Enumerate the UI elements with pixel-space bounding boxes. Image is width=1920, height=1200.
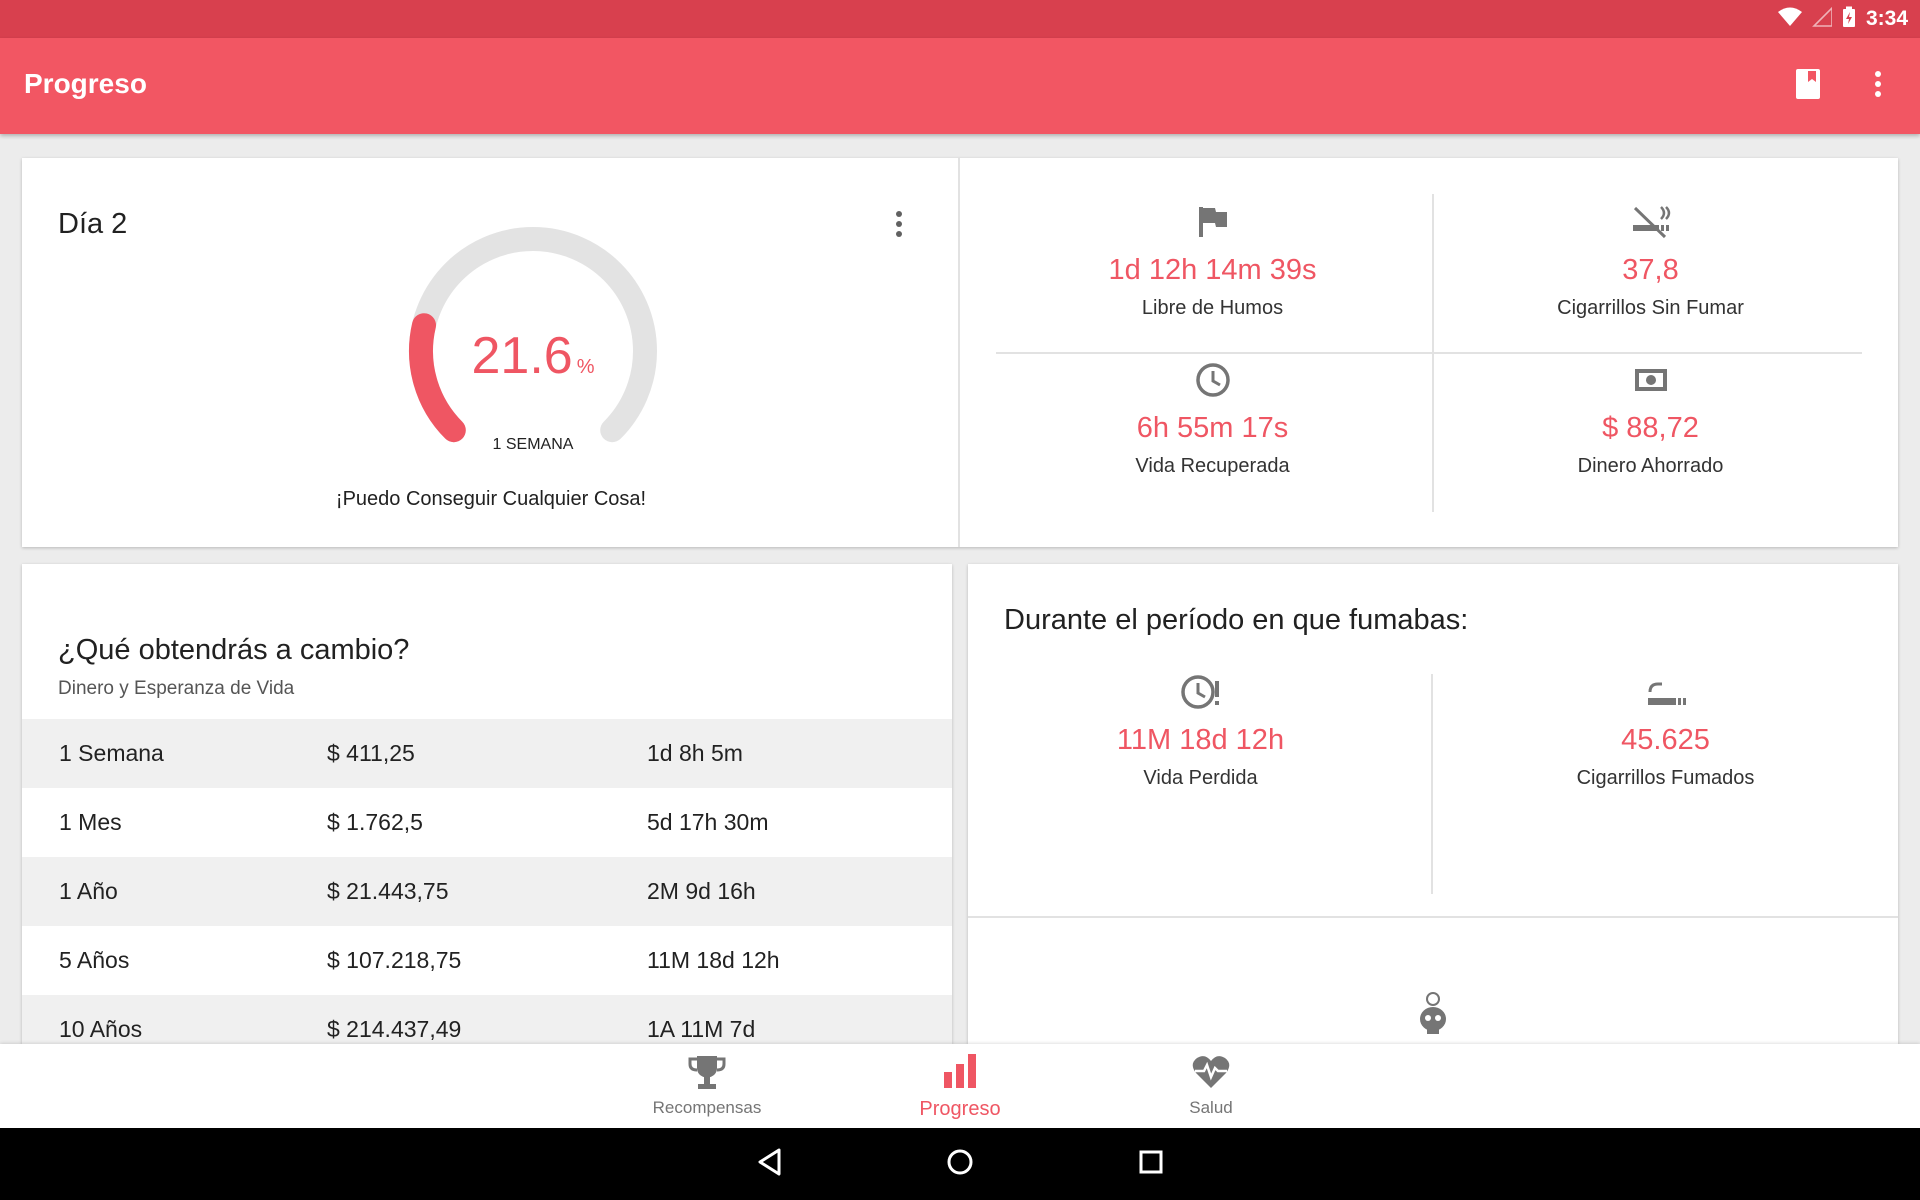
stat-money-saved: $ 88,72 Dinero Ahorrado [1434,362,1867,478]
clock-icon [1195,362,1231,403]
home-button[interactable] [940,1144,980,1184]
bookmark-icon [1795,68,1821,105]
no-smoking-icon [1631,205,1671,244]
period-cell: 1 Semana [59,740,164,766]
heart-pulse-icon [1191,1054,1231,1095]
nav-item-label: Progreso [919,1098,1001,1120]
overflow-menu-button[interactable] [1856,64,1900,108]
money-cell: $ 1.762,5 [327,809,423,835]
nav-item-recompensas[interactable]: Recompensas [607,1054,807,1118]
stat-value: 6h 55m 17s [1136,412,1289,444]
period-cell: 5 Años [59,947,130,973]
gains-title: ¿Qué obtendrás a cambio? [58,634,410,666]
nav-item-label: Recompensas [652,1098,762,1117]
progress-gauge-section: Día 2 21.6% 1 SEMANA ¡Puedo Conseguir Cu… [22,158,960,547]
money-cell: $ 411,25 [327,740,415,766]
stat-label: Vida Perdida [1143,767,1258,789]
table-row: 1 Año $ 21.443,75 2M 9d 16h [22,857,952,926]
stat-value: 37,8 [1622,254,1679,286]
table-row: 5 Años $ 107.218,75 11M 18d 12h [22,926,952,995]
skull-icon [1418,992,1448,1041]
money-cell: $ 21.443,75 [327,878,449,904]
status-icons: 3:34 [1777,0,1908,38]
money-cell: $ 214.437,49 [327,1016,462,1042]
stat-life-lost: 11M 18d 12h Vida Perdida [968,674,1433,790]
home-icon [946,1148,974,1181]
divider [968,916,1898,918]
wifi-icon [1777,7,1802,32]
table-row: 1 Semana $ 411,25 1d 8h 5m [22,719,952,788]
card-menu-button[interactable] [884,206,914,246]
money-cell: $ 107.218,75 [327,947,462,973]
stat-value: 1d 12h 14m 39s [1108,254,1317,286]
signal-icon [1812,5,1833,32]
bottom-navigation: Recompensas Progreso Salud [0,1044,1920,1128]
day-label: Día 2 [58,208,128,240]
stats-grid: 1d 12h 14m 39s Libre de Humos 37,8 Cigar… [996,194,1862,512]
trophy-icon [687,1054,727,1095]
nav-item-progreso[interactable]: Progreso [860,1054,1060,1121]
gains-card: ¿Qué obtendrás a cambio? Dinero y Espera… [22,564,952,1044]
stat-label: Libre de Humos [1141,297,1284,319]
recents-button[interactable] [1131,1144,1171,1184]
life-cell: 1A 11M 7d [647,1016,756,1042]
stat-value: 45.625 [1621,724,1710,756]
status-bar: 3:34 [0,0,1920,38]
more-vert-icon [1874,70,1882,102]
stat-label: Vida Recuperada [1135,455,1290,477]
table-row: 1 Mes $ 1.762,5 5d 17h 30m [22,788,952,857]
stat-cigarettes-smoked: 45.625 Cigarrillos Fumados [1433,674,1898,790]
life-cell: 5d 17h 30m [647,809,769,835]
clock-alert-icon [1180,673,1221,716]
period-cell: 1 Mes [59,809,122,835]
life-cell: 1d 8h 5m [647,740,743,766]
period-cell: 10 Años [59,1016,143,1042]
life-cell: 2M 9d 16h [647,878,756,904]
life-cell: 11M 18d 12h [647,947,780,973]
gauge-unit: % [576,356,595,378]
battery-charging-icon [1842,6,1856,33]
stat-label: Dinero Ahorrado [1577,455,1724,477]
period-cell: 1 Año [59,878,118,904]
status-time: 3:34 [1865,7,1908,30]
bookmark-button[interactable] [1786,64,1830,108]
system-navigation-bar [0,1128,1920,1200]
bar-chart-icon [942,1054,978,1094]
page-title: Progreso [24,68,147,99]
smoking-period-title: Durante el período en que fumabas: [1004,604,1469,636]
stat-smoke-free: 1d 12h 14m 39s Libre de Humos [996,204,1429,320]
progress-card: Día 2 21.6% 1 SEMANA ¡Puedo Conseguir Cu… [22,158,1898,547]
app-bar: Progreso [0,38,1920,134]
nav-item-label: Salud [1189,1098,1233,1117]
gauge-value: 21.6% [388,326,678,386]
money-icon [1634,368,1668,397]
stat-value: $ 88,72 [1602,412,1699,444]
cigarette-icon [1646,676,1686,713]
stat-cigarettes-not-smoked: 37,8 Cigarrillos Sin Fumar [1434,204,1867,320]
nav-item-salud[interactable]: Salud [1111,1054,1311,1118]
stat-label: Cigarrillos Sin Fumar [1557,297,1744,319]
gauge-caption: 1 SEMANA [492,436,574,453]
table-row: 10 Años $ 214.437,49 1A 11M 7d [22,995,952,1044]
divider [996,352,1862,354]
stat-label: Cigarrillos Fumados [1576,767,1755,789]
motto-text: ¡Puedo Conseguir Cualquier Cosa! [335,488,647,510]
flag-icon [1197,205,1229,244]
gains-table: 1 Semana $ 411,25 1d 8h 5m 1 Mes $ 1.762… [22,719,952,1044]
smoking-period-card: Durante el período en que fumabas: 11M 1… [968,564,1898,1044]
stat-value: 11M 18d 12h [1116,724,1285,756]
back-button[interactable] [750,1144,790,1184]
more-vert-icon [895,210,903,242]
stat-life-regained: 6h 55m 17s Vida Recuperada [996,362,1429,478]
gains-subtitle: Dinero y Esperanza de Vida [58,678,295,699]
gauge-percent: 21.6 [471,327,573,385]
recents-icon [1138,1149,1164,1180]
back-icon [757,1148,783,1181]
